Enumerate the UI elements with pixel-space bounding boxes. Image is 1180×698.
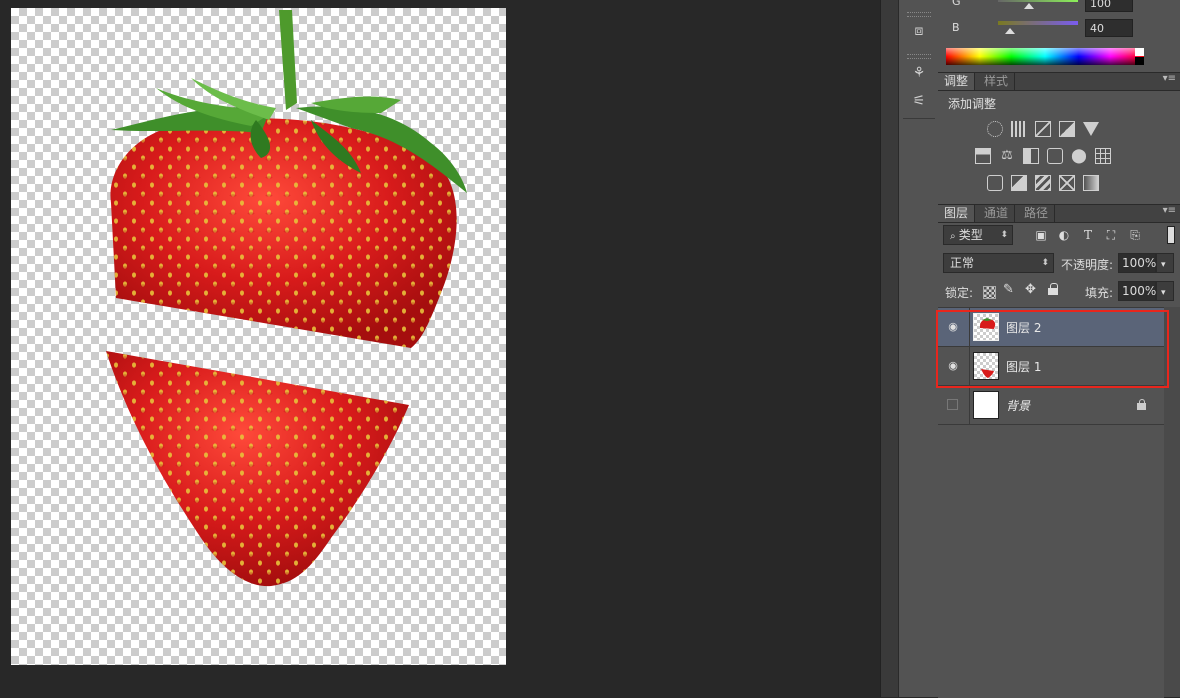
pixel-layer-filter-icon[interactable]: ▣ xyxy=(1034,228,1048,242)
g-label: G xyxy=(952,0,961,8)
b-label: B xyxy=(952,21,960,34)
search-icon: ⌕ xyxy=(950,231,959,242)
tool-settings-icon[interactable]: ⚟ xyxy=(907,90,931,112)
highlight-annotation-box xyxy=(936,310,1169,388)
layer-filter-dropdown[interactable]: ⌕ 类型 ⬍ xyxy=(943,225,1013,245)
panel-divider[interactable] xyxy=(880,0,899,697)
strawberry-top-piece xyxy=(110,118,457,348)
color-lookup-icon[interactable] xyxy=(1095,148,1111,164)
lock-transparent-pixels-icon[interactable] xyxy=(983,286,996,299)
fill-field[interactable]: 100% xyxy=(1118,281,1156,301)
color-panel: G 100 B 40 xyxy=(938,0,1180,72)
lock-all-icon[interactable] xyxy=(1048,283,1058,295)
channel-mixer-icon[interactable]: ⬤ xyxy=(1071,148,1087,164)
photo-filter-icon[interactable] xyxy=(1047,148,1063,164)
brightness-contrast-icon[interactable] xyxy=(987,121,1003,137)
adjustments-tabbar: 调整 样式 ▾≡ xyxy=(938,72,1180,91)
fill-dropdown-arrow[interactable]: ▾ xyxy=(1156,281,1174,301)
color-balance-icon[interactable]: ⚖ xyxy=(999,148,1015,164)
layer-row-background[interactable]: 背景 xyxy=(938,386,1164,425)
visibility-toggle[interactable] xyxy=(947,399,958,410)
document-canvas[interactable] xyxy=(11,8,506,665)
add-adjustment-heading: 添加调整 xyxy=(948,97,997,111)
exposure-icon[interactable] xyxy=(1059,121,1075,137)
hue-saturation-icon[interactable] xyxy=(975,148,991,164)
adjustment-layer-filter-icon[interactable]: ◐ xyxy=(1057,228,1071,242)
white-swatch[interactable] xyxy=(1135,48,1144,56)
smart-object-filter-icon[interactable]: ⎘ xyxy=(1128,228,1142,242)
type-layer-filter-icon[interactable]: T xyxy=(1081,228,1095,242)
panel-menu-icon[interactable]: ▾≡ xyxy=(1163,73,1176,84)
layer-thumbnail xyxy=(973,391,999,419)
lock-label: 锁定: xyxy=(945,286,974,300)
threshold-icon[interactable] xyxy=(1035,175,1051,191)
strip-grip[interactable] xyxy=(907,12,931,17)
3d-cube-icon[interactable]: ⧈ xyxy=(907,20,931,42)
strawberry-bottom-piece xyxy=(106,351,409,587)
layer-name: 背景 xyxy=(1006,399,1031,413)
vibrance-icon[interactable] xyxy=(1083,122,1099,136)
curves-icon[interactable] xyxy=(1035,121,1051,137)
strip-grip[interactable] xyxy=(907,54,931,59)
black-white-icon[interactable] xyxy=(1023,148,1039,164)
b-slider-track[interactable] xyxy=(998,21,1078,25)
tab-channels[interactable]: 通道 xyxy=(978,205,1016,222)
selective-color-icon[interactable] xyxy=(1059,175,1075,191)
spinner-arrows-icon: ⬍ xyxy=(1041,258,1049,268)
tab-paths[interactable]: 路径 xyxy=(1018,205,1056,222)
color-spectrum[interactable] xyxy=(946,48,1144,65)
tab-styles[interactable]: 样式 xyxy=(978,73,1016,90)
panel-icon-strip: ⧈ ⚘ ⚟ xyxy=(898,0,940,697)
posterize-icon[interactable] xyxy=(1011,175,1027,191)
levels-icon[interactable] xyxy=(1011,121,1027,137)
g-slider-thumb[interactable] xyxy=(1024,3,1034,9)
blend-mode-dropdown[interactable]: 正常 ⬍ xyxy=(943,253,1054,273)
g-value-field[interactable]: 100 xyxy=(1085,0,1133,12)
black-swatch[interactable] xyxy=(1135,57,1144,65)
brush-presets-icon[interactable]: ⚘ xyxy=(907,62,931,84)
shape-layer-filter-icon[interactable]: ⛶ xyxy=(1104,228,1118,242)
strawberry-image xyxy=(106,10,467,587)
filter-kind-label: 类型 xyxy=(958,228,983,242)
invert-icon[interactable] xyxy=(987,175,1003,191)
fill-label: 填充: xyxy=(1085,286,1114,300)
lock-image-pixels-icon[interactable]: ✎ xyxy=(1003,282,1014,297)
filter-toggle-switch[interactable] xyxy=(1167,226,1175,244)
layers-tabbar: 图层 通道 路径 ▾≡ xyxy=(938,204,1180,223)
tab-layers[interactable]: 图层 xyxy=(938,205,976,222)
blend-mode-value: 正常 xyxy=(950,256,975,270)
gradient-map-icon[interactable] xyxy=(1083,175,1099,191)
b-slider-thumb[interactable] xyxy=(1005,28,1015,34)
b-value-field[interactable]: 40 xyxy=(1085,19,1133,37)
lock-icon xyxy=(1137,399,1146,410)
spinner-arrows-icon: ⬍ xyxy=(1000,230,1008,240)
opacity-field[interactable]: 100% xyxy=(1118,253,1156,273)
document-workspace xyxy=(0,0,880,697)
strip-divider xyxy=(903,118,935,119)
panel-menu-icon[interactable]: ▾≡ xyxy=(1163,205,1176,216)
tab-adjustments[interactable]: 调整 xyxy=(938,73,976,90)
opacity-label: 不透明度: xyxy=(1061,258,1114,272)
opacity-dropdown-arrow[interactable]: ▾ xyxy=(1156,253,1174,273)
g-slider-track[interactable] xyxy=(998,0,1078,2)
lock-position-icon[interactable]: ✥ xyxy=(1025,282,1036,297)
